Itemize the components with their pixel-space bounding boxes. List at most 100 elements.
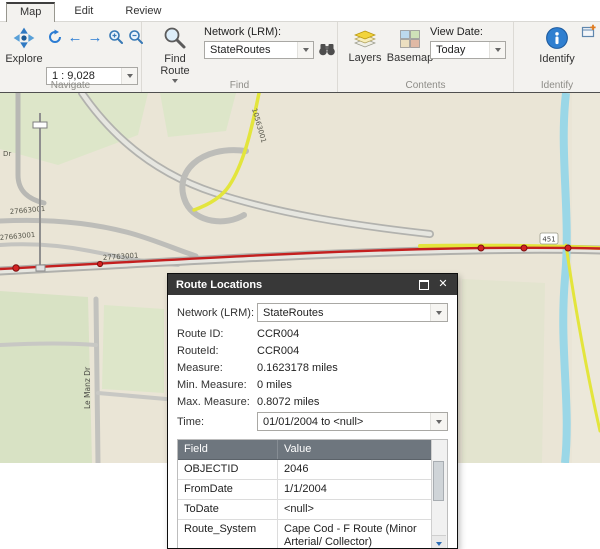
scrollbar-thumb[interactable] [433, 461, 444, 501]
field-label: Route ID: [177, 328, 257, 340]
binoculars-icon [318, 40, 336, 61]
field-value: 0.8072 miles [257, 396, 319, 408]
field-row-routeid: RouteId: CCR004 [177, 343, 448, 358]
field-label: Measure: [177, 362, 257, 374]
previous-extent-button[interactable] [46, 29, 64, 47]
maximize-button[interactable] [416, 277, 432, 292]
group-label-identify: Identify [514, 80, 600, 91]
identify-window-icon [581, 24, 596, 42]
tab-map[interactable]: Map [6, 2, 55, 22]
ribbon-tabstrip: Map Edit Review [0, 0, 600, 22]
basemap-button[interactable]: Basemap [384, 26, 436, 64]
zoom-slider-end [36, 265, 45, 271]
left-arrow-icon: ← [68, 31, 83, 45]
time-dropdown-value: 01/01/2004 to <null> [263, 416, 363, 428]
identify-label: Identify [539, 53, 574, 65]
close-icon: ✕ [438, 279, 447, 290]
find-route-magnifier-icon [163, 26, 187, 53]
tab-edit[interactable]: Edit [61, 2, 106, 21]
time-dropdown[interactable]: 01/01/2004 to <null> [257, 412, 448, 431]
group-contents: Layers Basemap View Date: Today Cont [338, 22, 514, 92]
street-label: Dr [3, 150, 11, 158]
close-button[interactable]: ✕ [435, 277, 451, 292]
attributes-table: Field Value OBJECTID 2046 FromDate 1/1/2… [177, 439, 448, 548]
identify-button[interactable]: Identify [534, 26, 580, 65]
field-row-network: Network (LRM): StateRoutes [177, 302, 448, 323]
field-row-max-measure: Max. Measure: 0.8072 miles [177, 394, 448, 409]
field-label: Network (LRM): [177, 307, 257, 319]
field-row-route-id: Route ID: CCR004 [177, 326, 448, 341]
network-dropdown-value: StateRoutes [263, 307, 324, 319]
zoom-in-button[interactable] [106, 29, 124, 47]
find-route-button[interactable]: Find Route [154, 26, 196, 86]
table-row: FromDate 1/1/2004 [178, 480, 431, 500]
network-lrm-combo[interactable]: StateRoutes [204, 41, 314, 59]
street-label: Le Manz Dr [83, 366, 92, 409]
table-cell-field: Route_System [178, 520, 278, 548]
table-row: Route_System Cape Cod - F Route (Minor A… [178, 520, 431, 548]
field-value: CCR004 [257, 328, 299, 340]
group-identify: Identify Identify [514, 22, 600, 92]
field-row-measure: Measure: 0.1623178 miles [177, 360, 448, 375]
table-header-field: Field [178, 440, 278, 459]
zoom-slider-handle[interactable] [33, 122, 47, 128]
network-dropdown[interactable]: StateRoutes [257, 303, 448, 322]
explore-button[interactable]: Explore [4, 26, 44, 65]
field-label: Max. Measure: [177, 396, 257, 408]
view-date-value: Today [436, 44, 465, 56]
table-header-row: Field Value [178, 440, 431, 460]
tab-review[interactable]: Review [112, 2, 174, 21]
maximize-icon [419, 280, 429, 290]
group-navigate: Explore ← → [0, 22, 142, 92]
right-arrow-icon: → [88, 31, 103, 45]
table-row: ToDate <null> [178, 500, 431, 520]
field-value: 0.1623178 miles [257, 362, 338, 374]
field-label: Time: [177, 416, 257, 428]
route-shield-label: 451 [542, 236, 555, 244]
table-scrollbar[interactable] [431, 440, 447, 548]
basemap-icon [399, 26, 421, 52]
field-label: Min. Measure: [177, 379, 257, 391]
forward-button[interactable]: → [86, 29, 104, 47]
chevron-down-icon [297, 42, 313, 58]
chevron-down-icon [489, 42, 505, 58]
map-canvas[interactable]: 451 27663001 27663001 27763001 10563001 … [0, 93, 600, 463]
table-cell-field: FromDate [178, 480, 278, 499]
identify-info-icon [545, 26, 569, 53]
scroll-down-button[interactable] [432, 535, 446, 548]
view-date-label: View Date: [430, 26, 483, 38]
ribbon: Map Edit Review Explore [0, 0, 600, 93]
network-lrm-value: StateRoutes [210, 44, 271, 56]
field-value: 0 miles [257, 379, 292, 391]
table-cell-value: <null> [278, 500, 431, 519]
explore-icon [12, 26, 36, 53]
group-label-find: Find [142, 80, 337, 91]
field-row-time: Time: 01/01/2004 to <null> [177, 411, 448, 432]
circular-arrow-icon [47, 29, 63, 48]
network-lrm-label: Network (LRM): [204, 26, 281, 38]
layers-button[interactable]: Layers [344, 26, 386, 64]
zoom-in-icon [108, 29, 123, 47]
dialog-body: Network (LRM): StateRoutes Route ID: CCR… [168, 295, 457, 548]
route-shield: 451 [540, 233, 558, 244]
table-cell-value: 1/1/2004 [278, 480, 431, 499]
table-cell-field: ToDate [178, 500, 278, 519]
group-find: Find Route Network (LRM): StateRoutes [142, 22, 338, 92]
group-label-contents: Contents [338, 80, 513, 91]
chevron-down-icon [430, 304, 447, 321]
find-route-label: Find Route [158, 53, 192, 77]
dialog-titlebar[interactable]: Route Locations ✕ [168, 274, 457, 295]
route-locations-dialog: Route Locations ✕ Network (LRM): StateRo… [167, 273, 458, 549]
network-search-button[interactable] [318, 41, 336, 59]
explore-label: Explore [5, 53, 42, 65]
group-label-navigate: Navigate [0, 80, 141, 91]
identify-window-button[interactable] [579, 24, 597, 42]
table-row: OBJECTID 2046 [178, 460, 431, 480]
layers-label: Layers [348, 52, 381, 64]
zoom-out-icon [128, 29, 143, 47]
view-date-combo[interactable]: Today [430, 41, 506, 59]
chevron-down-icon [436, 542, 442, 549]
table-cell-value: Cape Cod - F Route (Minor Arterial/ Coll… [278, 520, 431, 548]
back-button[interactable]: ← [66, 29, 84, 47]
field-value: CCR004 [257, 345, 299, 357]
